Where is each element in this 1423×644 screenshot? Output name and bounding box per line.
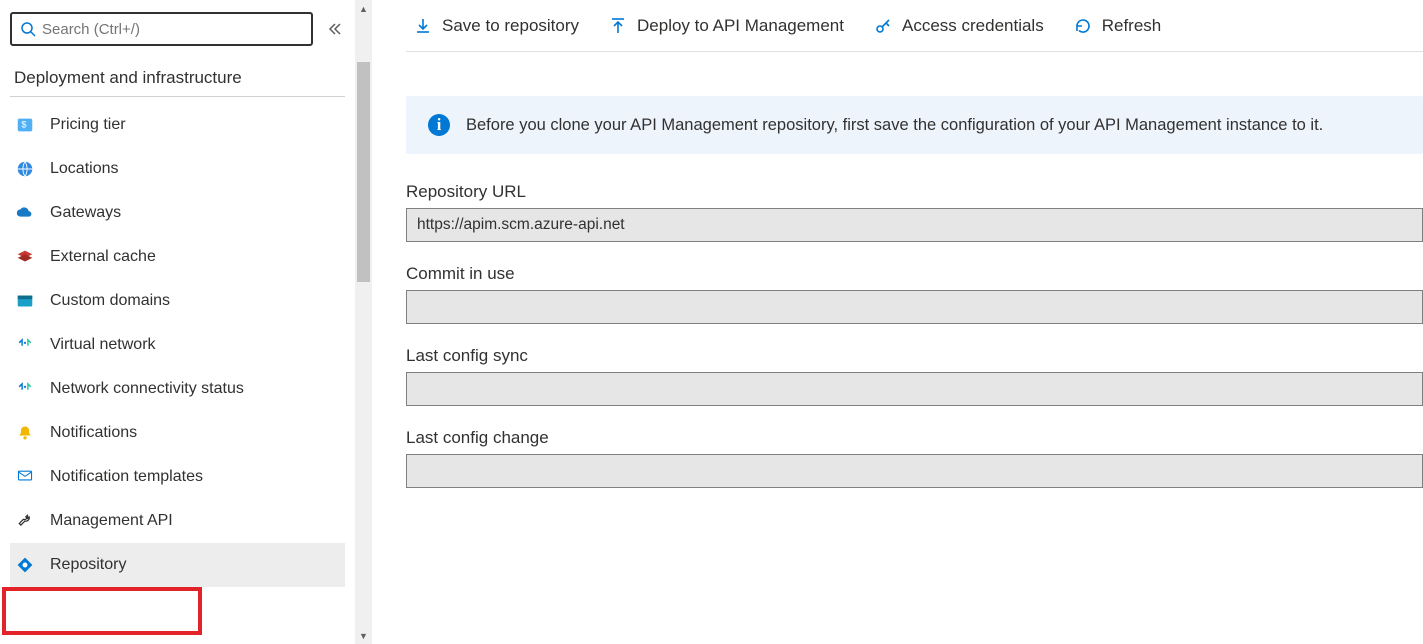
app-root: Deployment and infrastructure $ Pricing … <box>0 0 1423 644</box>
sidebar-item-gateways[interactable]: Gateways <box>10 191 345 235</box>
wrench-icon <box>14 510 36 532</box>
sidebar-item-label: Gateways <box>50 204 121 222</box>
sidebar-nav-list: $ Pricing tier Locations Gateways <box>10 103 345 587</box>
info-banner: i Before you clone your API Management r… <box>406 96 1423 154</box>
search-input[interactable] <box>36 17 303 42</box>
sidebar-section-header: Deployment and infrastructure <box>10 46 345 97</box>
key-icon <box>874 17 892 35</box>
commit-label: Commit in use <box>406 264 1423 284</box>
toolbar-label: Access credentials <box>902 16 1044 36</box>
refresh-button[interactable]: Refresh <box>1072 12 1164 40</box>
sidebar-scrollbar[interactable]: ▲ ▼ <box>355 0 372 644</box>
sidebar-item-notification-templates[interactable]: Notification templates <box>10 455 345 499</box>
form-row-last-sync: Last config sync <box>406 346 1423 406</box>
domain-icon <box>14 290 36 312</box>
collapse-sidebar-button[interactable] <box>323 18 345 40</box>
highlight-annotation <box>2 587 202 635</box>
sidebar-item-management-api[interactable]: Management API <box>10 499 345 543</box>
info-icon: i <box>428 114 450 136</box>
search-wrap <box>10 12 345 46</box>
upload-icon <box>609 17 627 35</box>
toolbar-label: Deploy to API Management <box>637 16 844 36</box>
search-box[interactable] <box>10 12 313 46</box>
toolbar: Save to repository Deploy to API Managem… <box>406 0 1423 52</box>
repository-icon <box>14 554 36 576</box>
sidebar-item-external-cache[interactable]: External cache <box>10 235 345 279</box>
sidebar-item-label: Management API <box>50 512 173 530</box>
cache-icon <box>14 246 36 268</box>
toolbar-label: Save to repository <box>442 16 579 36</box>
sidebar-item-virtual-network[interactable]: Virtual network <box>10 323 345 367</box>
sidebar-item-label: Virtual network <box>50 336 156 354</box>
vnet-icon <box>14 334 36 356</box>
scroll-thumb[interactable] <box>357 62 370 282</box>
toolbar-label: Refresh <box>1102 16 1162 36</box>
last-sync-label: Last config sync <box>406 346 1423 366</box>
network-status-icon <box>14 378 36 400</box>
sidebar-item-label: Notification templates <box>50 468 203 486</box>
sidebar-item-label: Network connectivity status <box>50 380 244 398</box>
deploy-button[interactable]: Deploy to API Management <box>607 12 846 40</box>
save-to-repository-button[interactable]: Save to repository <box>412 12 581 40</box>
info-banner-text: Before you clone your API Management rep… <box>466 116 1323 135</box>
bell-icon <box>14 422 36 444</box>
refresh-icon <box>1074 17 1092 35</box>
globe-icon <box>14 158 36 180</box>
scroll-down-arrow[interactable]: ▼ <box>355 627 372 644</box>
sidebar-item-label: Custom domains <box>50 292 170 310</box>
sidebar-item-repository[interactable]: Repository <box>10 543 345 587</box>
scroll-up-arrow[interactable]: ▲ <box>355 0 372 17</box>
repo-url-label: Repository URL <box>406 182 1423 202</box>
pricing-tier-icon: $ <box>14 114 36 136</box>
commit-field[interactable] <box>406 290 1423 324</box>
access-credentials-button[interactable]: Access credentials <box>872 12 1046 40</box>
last-sync-field[interactable] <box>406 372 1423 406</box>
last-change-field[interactable] <box>406 454 1423 488</box>
sidebar-item-label: Pricing tier <box>50 116 126 134</box>
sidebar-item-notifications[interactable]: Notifications <box>10 411 345 455</box>
sidebar-item-label: Repository <box>50 556 126 574</box>
sidebar-item-label: Locations <box>50 160 119 178</box>
sidebar-item-network-status[interactable]: Network connectivity status <box>10 367 345 411</box>
download-icon <box>414 17 432 35</box>
svg-text:$: $ <box>21 120 26 130</box>
sidebar-item-custom-domains[interactable]: Custom domains <box>10 279 345 323</box>
cloud-icon <box>14 202 36 224</box>
repo-url-field[interactable]: https://apim.scm.azure-api.net <box>406 208 1423 242</box>
search-icon <box>20 21 36 37</box>
last-change-label: Last config change <box>406 428 1423 448</box>
sidebar-item-label: External cache <box>50 248 156 266</box>
form-row-commit: Commit in use <box>406 264 1423 324</box>
sidebar-item-label: Notifications <box>50 424 137 442</box>
form-row-last-change: Last config change <box>406 428 1423 488</box>
sidebar-item-locations[interactable]: Locations <box>10 147 345 191</box>
form-row-repo-url: Repository URL https://apim.scm.azure-ap… <box>406 182 1423 242</box>
sidebar: Deployment and infrastructure $ Pricing … <box>0 0 355 644</box>
mail-icon <box>14 466 36 488</box>
sidebar-item-pricing-tier[interactable]: $ Pricing tier <box>10 103 345 147</box>
main-content: Save to repository Deploy to API Managem… <box>372 0 1423 644</box>
